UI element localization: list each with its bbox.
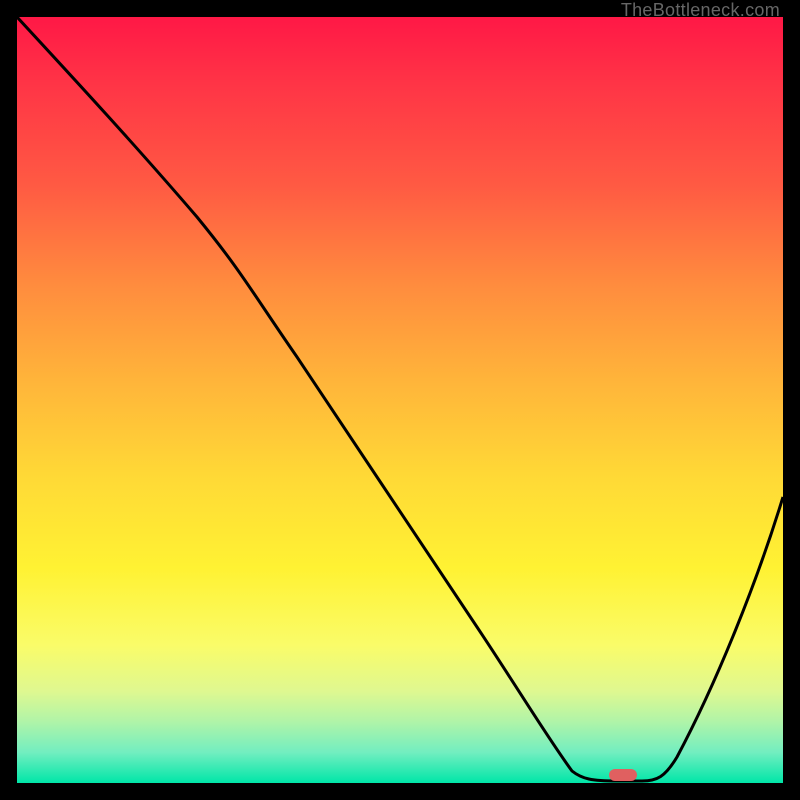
watermark-text: TheBottleneck.com [621,0,780,21]
chart-frame [0,0,800,800]
